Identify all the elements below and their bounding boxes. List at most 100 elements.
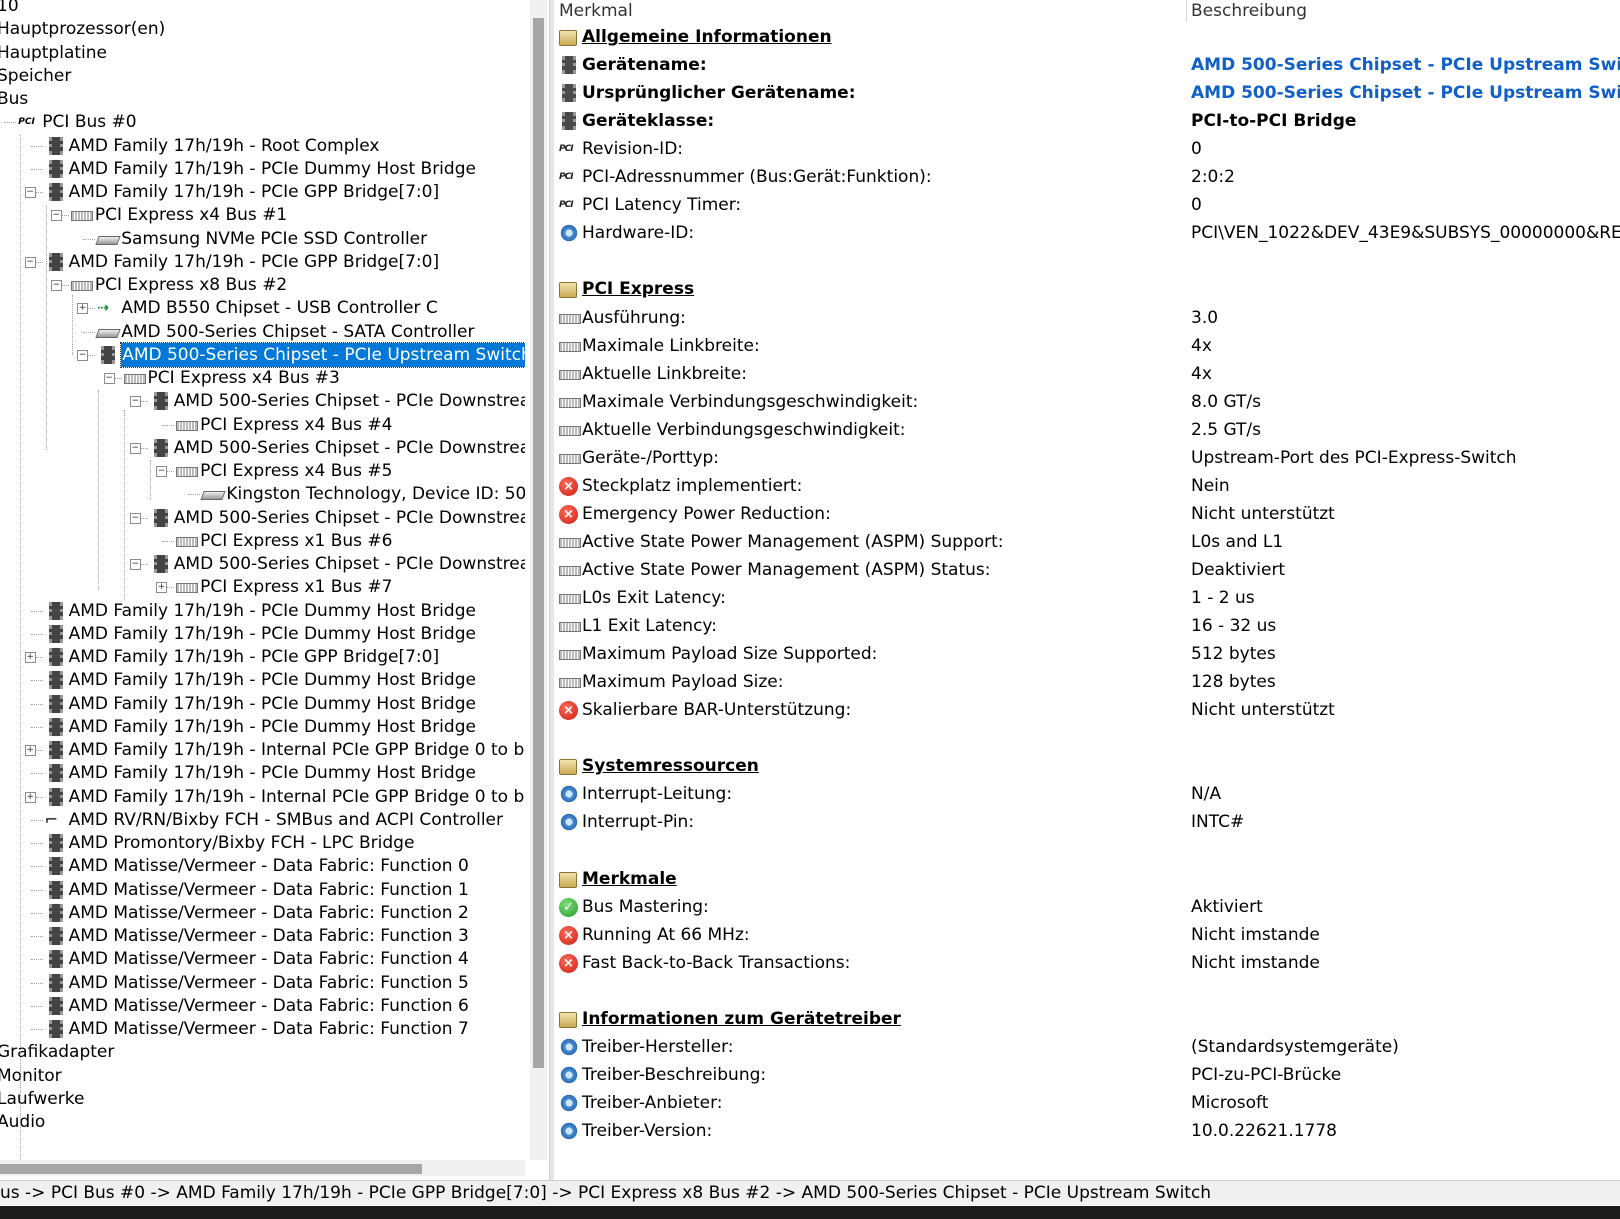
property-row[interactable]: Treiber-Version: 10.0.22621.1778 bbox=[554, 1117, 1620, 1145]
property-row[interactable]: Interrupt-Pin: INTC# bbox=[554, 808, 1620, 836]
collapse-toggle[interactable]: − bbox=[50, 280, 62, 291]
collapse-toggle[interactable]: − bbox=[156, 466, 168, 477]
pci-express-icon bbox=[559, 369, 581, 380]
property-row[interactable]: Ausführung: 3.0 bbox=[554, 304, 1620, 332]
tree-item-label: AMD Matisse/Vermeer - Data Fabric: Funct… bbox=[68, 879, 469, 900]
collapse-toggle[interactable]: − bbox=[129, 396, 141, 408]
tree-item-label: AMD 500-Series Chipset - PCIe Upstream S… bbox=[120, 341, 525, 368]
tree-item-label: AMD RV/RN/Bixby FCH - SMBus and ACPI Con… bbox=[68, 809, 503, 830]
property-row[interactable]: Geräteklasse: PCI-to-PCI Bridge bbox=[554, 107, 1620, 135]
property-name: Treiber-Version: bbox=[582, 1120, 713, 1141]
pci-express-icon bbox=[70, 211, 93, 222]
collapse-toggle[interactable]: − bbox=[24, 256, 36, 268]
chip-icon bbox=[562, 112, 576, 131]
tree-item-label: AMD Matisse/Vermeer - Data Fabric: Funct… bbox=[68, 1019, 469, 1039]
property-row[interactable]: Treiber-Anbieter: Microsoft bbox=[554, 1089, 1620, 1117]
property-row[interactable]: Hardware-ID: PCI\VEN_1022&DEV_43E9&SUBSYS… bbox=[554, 219, 1620, 247]
column-header-merkmal[interactable]: Merkmal bbox=[559, 0, 633, 22]
error-icon: × bbox=[559, 701, 578, 721]
section-header[interactable]: Informationen zum Gerätetreiber bbox=[554, 1005, 1620, 1033]
tree-item-label: Hauptprozessor(en) bbox=[0, 19, 166, 40]
collapse-toggle[interactable]: − bbox=[24, 187, 36, 198]
property-row[interactable]: Maximale Verbindungsgeschwindigkeit: 8.0 … bbox=[554, 388, 1620, 416]
property-row[interactable]: Active State Power Management (ASPM) Sta… bbox=[554, 556, 1620, 584]
property-row[interactable]: Maximum Payload Size Supported: 512 bytes bbox=[554, 640, 1620, 668]
pci-express-icon bbox=[559, 565, 581, 576]
property-row[interactable]: Maximum Payload Size: 128 bytes bbox=[554, 668, 1620, 696]
property-row[interactable]: PCI PCI Latency Timer: 0 bbox=[554, 191, 1620, 219]
property-row[interactable]: Treiber-Hersteller: (Standardsystemgeräte… bbox=[554, 1033, 1620, 1061]
column-header-beschreibung[interactable]: Beschreibung bbox=[1191, 0, 1307, 22]
property-value: Aktiviert bbox=[1191, 896, 1263, 917]
book-icon bbox=[559, 282, 577, 299]
property-row[interactable]: × Steckplatz implementiert: Nein bbox=[554, 472, 1620, 500]
property-row[interactable]: L0s Exit Latency: 1 - 2 us bbox=[554, 584, 1620, 612]
property-row[interactable]: Aktuelle Linkbreite: 4x bbox=[554, 360, 1620, 388]
tree-item-label: Samsung NVMe PCIe SSD Controller bbox=[121, 228, 428, 249]
tree-connector bbox=[30, 819, 43, 821]
property-value: PCI\VEN_1022&DEV_43E9&SUBSYS_00000000&RE… bbox=[1191, 223, 1620, 244]
collapse-toggle[interactable]: − bbox=[129, 559, 141, 570]
property-row[interactable]: PCI Revision-ID: 0 bbox=[554, 135, 1620, 163]
property-value: 4x bbox=[1191, 335, 1212, 356]
tree-horizontal-scroll-thumb[interactable] bbox=[0, 1164, 422, 1174]
property-row[interactable]: Ursprünglicher Gerätename: AMD 500-Series… bbox=[554, 79, 1620, 107]
collapse-toggle[interactable]: − bbox=[77, 349, 89, 361]
collapse-toggle[interactable]: − bbox=[50, 210, 62, 222]
expand-toggle[interactable]: + bbox=[24, 791, 36, 803]
section-header[interactable]: Systemressourcen bbox=[554, 752, 1620, 780]
property-row[interactable]: PCI PCI-Adressnummer (Bus:Gerät:Funktion)… bbox=[554, 163, 1620, 191]
property-row[interactable]: ✓ Bus Mastering: Aktiviert bbox=[554, 893, 1620, 921]
expand-toggle[interactable]: + bbox=[156, 582, 168, 594]
error-icon: × bbox=[559, 925, 578, 945]
property-row[interactable]: Maximale Linkbreite: 4x bbox=[554, 332, 1620, 360]
tree-item-label: AMD Family 17h/19h - PCIe Dummy Host Bri… bbox=[68, 623, 476, 644]
tree-item-label: AMD 500-Series Chipset - SATA Controller bbox=[121, 321, 475, 342]
column-separator[interactable] bbox=[1186, 0, 1187, 22]
property-value-link[interactable]: AMD 500-Series Chipset - PCIe Upstream S… bbox=[1191, 51, 1620, 79]
chip-icon bbox=[48, 694, 63, 713]
property-row[interactable]: Gerätename: AMD 500-Series Chipset - PCIe… bbox=[554, 51, 1620, 79]
tree-vertical-scroll-thumb[interactable] bbox=[533, 18, 544, 1068]
expand-toggle[interactable]: + bbox=[77, 303, 89, 315]
expand-toggle[interactable]: + bbox=[24, 745, 36, 756]
tree-item-label: Hauptplatine bbox=[0, 42, 107, 63]
chip-icon bbox=[153, 392, 168, 411]
chip-icon bbox=[48, 787, 63, 806]
section-header[interactable]: Merkmale bbox=[554, 865, 1620, 893]
section-header[interactable]: Allgemeine Informationen bbox=[554, 23, 1620, 51]
property-row[interactable]: × Fast Back-to-Back Transactions: Nicht im… bbox=[554, 949, 1620, 977]
property-row[interactable]: Treiber-Beschreibung: PCI-zu-PCI-Brücke bbox=[554, 1061, 1620, 1089]
property-name: Steckplatz implementiert: bbox=[582, 475, 803, 496]
property-value: 10.0.22621.1778 bbox=[1191, 1120, 1338, 1141]
property-row[interactable]: Aktuelle Verbindungsgeschwindigkeit: 2.5 … bbox=[554, 416, 1620, 444]
collapse-toggle[interactable]: − bbox=[103, 373, 115, 384]
pci-express-icon bbox=[176, 420, 199, 431]
status-bar: us -> PCI Bus #0 -> AMD Family 17h/19h -… bbox=[0, 1180, 1620, 1205]
tree-connector bbox=[83, 331, 96, 333]
chip-icon bbox=[48, 973, 63, 992]
property-value: 0 bbox=[1191, 195, 1202, 216]
property-name: Informationen zum Gerätetreiber bbox=[582, 1008, 901, 1029]
device-tree[interactable]: 10 Hauptprozessor(en) Hauptplatine Speicher… bbox=[0, 0, 525, 1176]
tree-item-label: AMD Family 17h/19h - PCIe Dummy Host Bri… bbox=[68, 716, 476, 737]
property-value: 16 - 32 us bbox=[1191, 616, 1277, 637]
property-row[interactable]: × Running At 66 MHz: Nicht imstande bbox=[554, 921, 1620, 949]
property-value-link[interactable]: AMD 500-Series Chipset - PCIe Upstream S… bbox=[1191, 79, 1620, 107]
collapse-toggle[interactable]: − bbox=[129, 512, 141, 524]
pci-express-icon bbox=[559, 622, 581, 633]
property-row[interactable]: L1 Exit Latency: 16 - 32 us bbox=[554, 612, 1620, 640]
property-row[interactable]: Active State Power Management (ASPM) Sup… bbox=[554, 528, 1620, 556]
tree-item-label: PCI Express x1 Bus #7 bbox=[200, 577, 393, 598]
property-row[interactable]: × Skalierbare BAR-Unterstützung: Nicht unt… bbox=[554, 696, 1620, 724]
tree-item-label: AMD Family 17h/19h - PCIe GPP Bridge[7:0… bbox=[68, 182, 440, 202]
collapse-toggle[interactable]: − bbox=[129, 442, 141, 454]
tree-guide-line bbox=[20, 135, 21, 1170]
property-row[interactable]: × Emergency Power Reduction: Nicht unterst… bbox=[554, 500, 1620, 528]
section-header[interactable]: PCI Express bbox=[554, 275, 1620, 303]
property-row[interactable]: Interrupt-Leitung: N/A bbox=[554, 780, 1620, 808]
pci-express-icon bbox=[559, 397, 581, 408]
expand-toggle[interactable]: + bbox=[24, 652, 36, 663]
property-row[interactable]: Geräte-/Porttyp: Upstream-Port des PCI-Ex… bbox=[554, 444, 1620, 472]
property-name: Active State Power Management (ASPM) Sta… bbox=[582, 559, 991, 580]
